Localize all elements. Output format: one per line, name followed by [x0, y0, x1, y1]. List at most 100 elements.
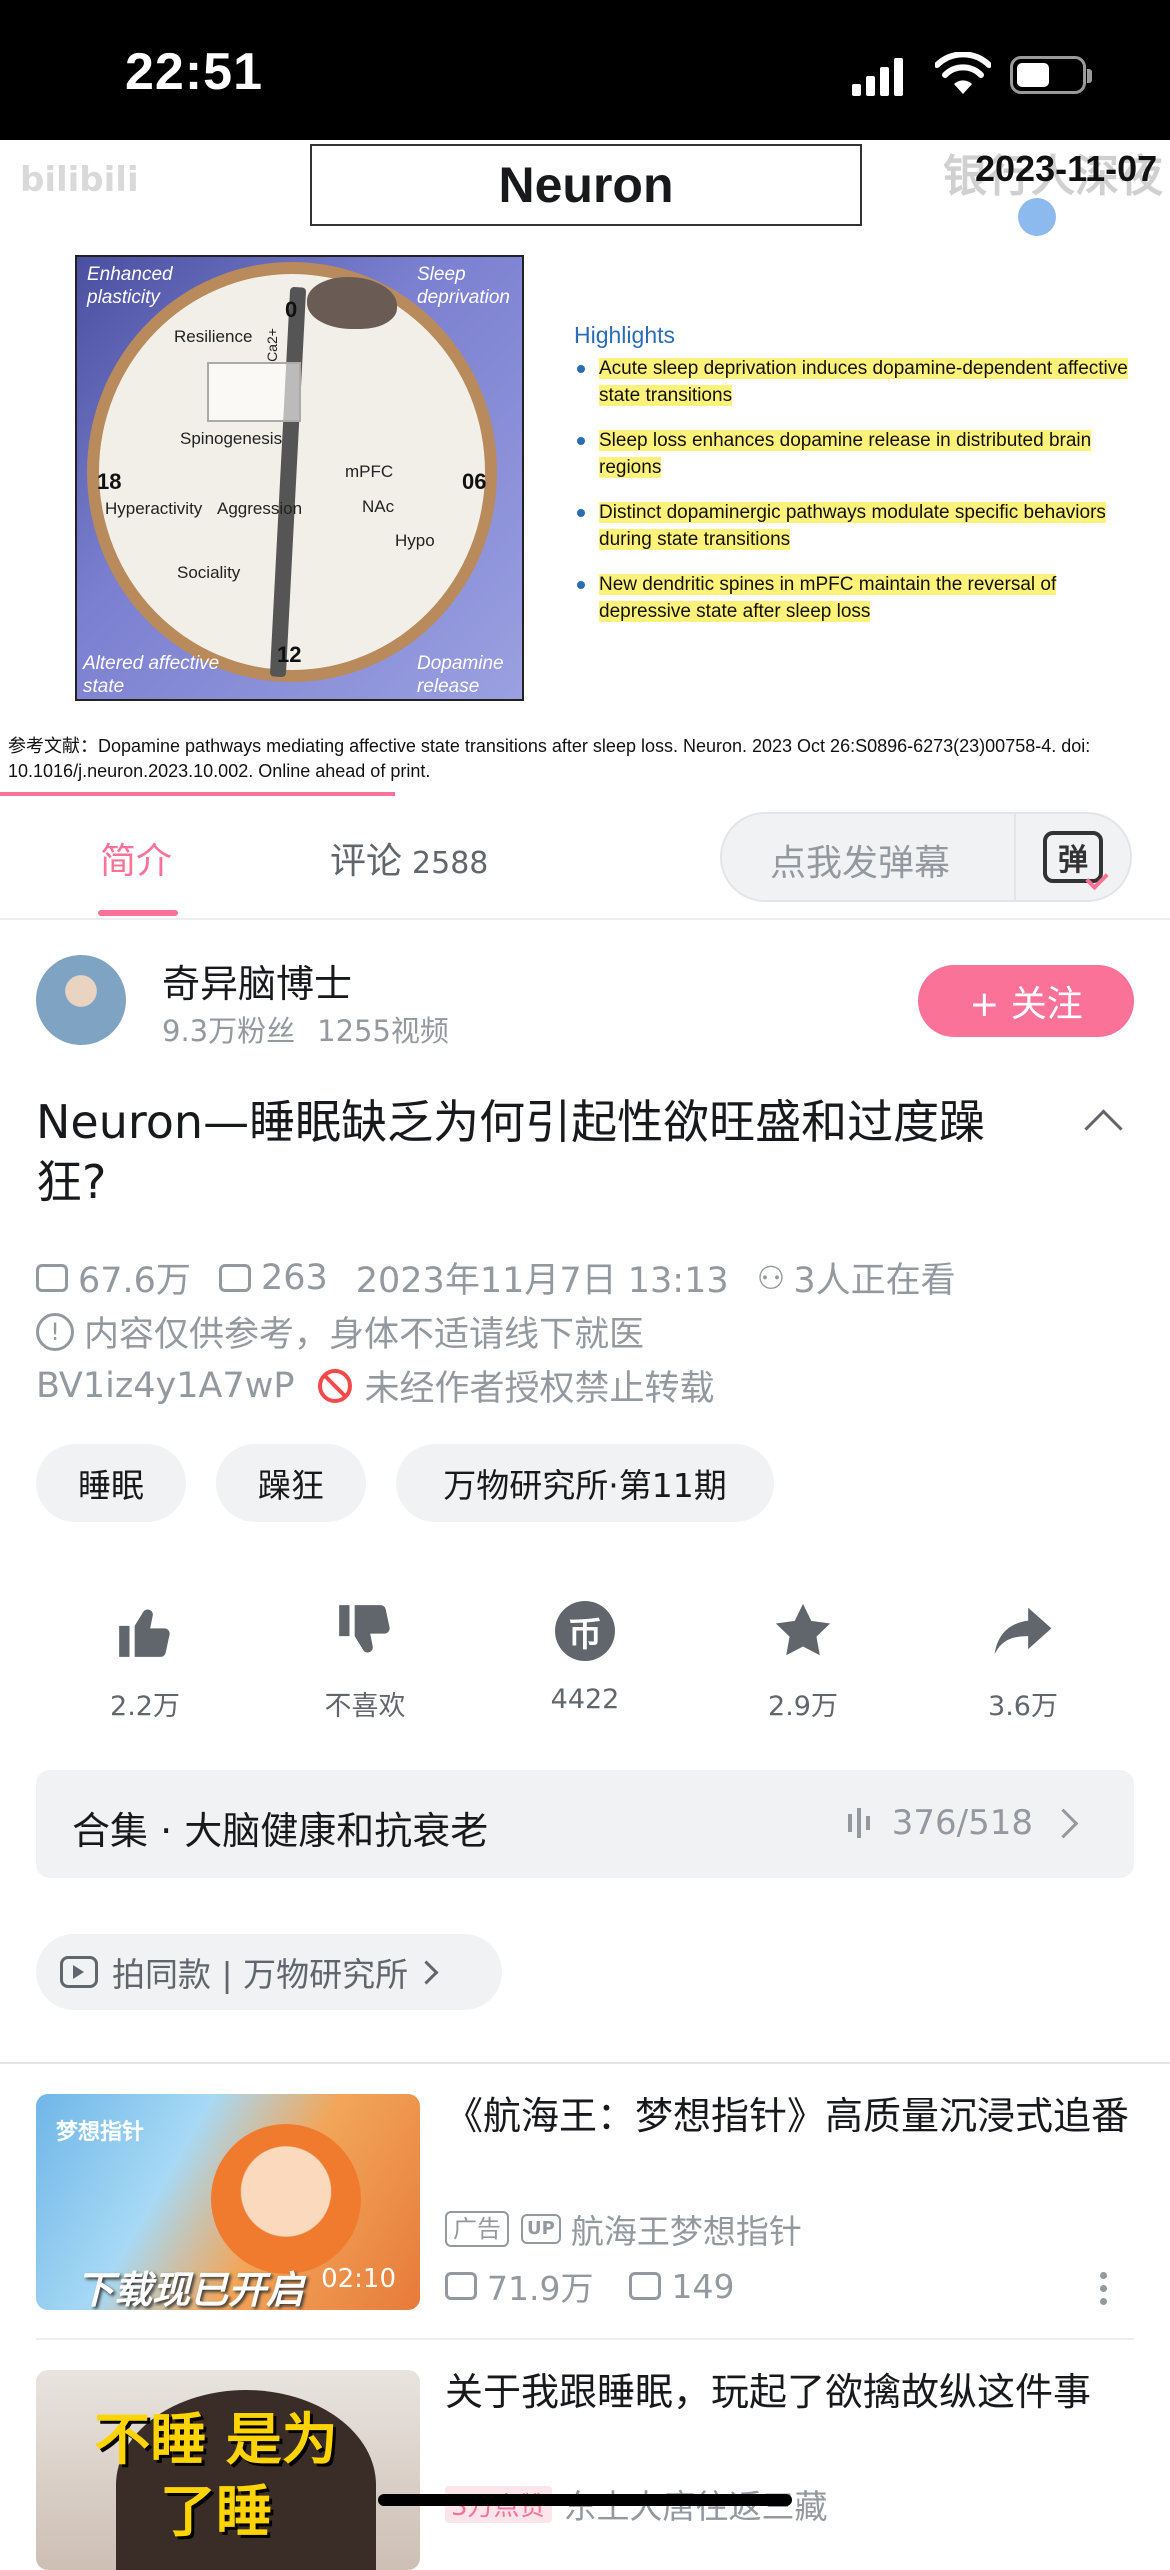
figure-label: Hyperactivity [105, 499, 203, 518]
section-divider [0, 2062, 1170, 2064]
playlist-bars-icon [847, 1808, 870, 1838]
corner-label: Sleep deprivation [417, 264, 510, 308]
stats-row: 67.6万 263 2023年11月7日 13:13 ⚇ 3人正在看 [36, 1252, 956, 1303]
coin-icon: 币 [554, 1600, 616, 1662]
bilibili-watermark: bilibili [20, 160, 139, 200]
watching-count: 3人正在看 [793, 1261, 956, 1301]
highlight-item: New dendritic spines in mPFC maintain th… [575, 571, 1145, 625]
coin-button[interactable]: 币 4422 [510, 1600, 660, 1715]
highlight-item: Distinct dopaminergic pathways modulate … [575, 499, 1145, 553]
figure-label: Resilience [174, 327, 253, 346]
tab-comments-label: 评论 [330, 841, 403, 882]
play-count-icon [36, 1263, 68, 1292]
video-player[interactable]: bilibili 银行人深夜 Neuron 2023-11-07 Enhance… [0, 140, 1170, 800]
up-badge: UP [521, 2214, 561, 2244]
graphical-abstract: Enhanced plasticity Sleep deprivation Al… [75, 255, 524, 701]
watching-icon: ⚇ [756, 1258, 786, 1297]
favorite-count: 2.9万 [768, 1691, 838, 1722]
figure-label: Aggression [217, 499, 303, 518]
tab-comments[interactable]: 评论 2588 [330, 832, 488, 884]
info-icon: ! [36, 1312, 74, 1351]
tab-intro[interactable]: 简介 [100, 832, 172, 884]
related-danmaku: 149 [671, 2266, 735, 2306]
highlights-list: Acute sleep deprivation induces dopamine… [575, 355, 1145, 643]
uploader-name[interactable]: 奇异脑博士 [162, 953, 352, 1008]
danmaku-placeholder: 点我发弹幕 [770, 843, 951, 884]
floating-bubble-icon [1018, 198, 1056, 236]
duration: 02:10 [321, 2264, 396, 2294]
more-options-icon[interactable] [1100, 2272, 1108, 2311]
danmaku-count-icon [629, 2272, 662, 2300]
chevron-up-icon[interactable] [1084, 1109, 1123, 1148]
star-icon [772, 1600, 834, 1662]
dislike-button[interactable]: 不喜欢 [290, 1600, 440, 1723]
figure-label: Sociality [177, 563, 241, 582]
bvid: BV1iz4y1A7wP [36, 1365, 295, 1406]
clock-hour: 06 [462, 469, 487, 494]
collection-progress: 376/518 [847, 1803, 1079, 1843]
figure-label: mPFC [345, 462, 394, 481]
reference-text: 参考文献：Dopamine pathways mediating affecti… [8, 736, 1091, 781]
collection-name: 合集 · 大脑健康和抗衰老 [72, 1809, 489, 1853]
comments-count: 2588 [412, 846, 489, 881]
thumb-caption: 不睡 是为了睡 [94, 2408, 338, 2545]
coin-count: 4422 [550, 1684, 620, 1715]
uploader-stats: 9.3万粉丝 1255视频 [162, 1008, 449, 1050]
wifi-icon [935, 52, 991, 94]
figure-label: Hypo [395, 531, 435, 550]
related-stats-row: 71.9万 149 [445, 2262, 734, 2310]
danmaku-toggle-button[interactable]: 弹 [1014, 814, 1130, 900]
favorite-button[interactable]: 2.9万 [728, 1600, 878, 1723]
related-thumbnail[interactable]: 梦想指针 下载现已开启 02:10 [36, 2094, 420, 2310]
fans-count: 9.3万粉丝 [162, 1014, 296, 1048]
playback-progress-bar[interactable] [0, 792, 395, 796]
related-title[interactable]: 《航海王：梦想指针》高质量沉浸式追番 [445, 2090, 1135, 2142]
video-date: 2023-11-07 [975, 148, 1158, 189]
collection-bar[interactable]: 合集 · 大脑健康和抗衰老 376/518 [36, 1770, 1134, 1878]
clock-hour: 18 [97, 469, 122, 494]
related-author-row: 广告 UP 航海王梦想指针 [445, 2205, 802, 2253]
ad-badge: 广告 [445, 2211, 509, 2247]
no-reprint-icon [318, 1368, 353, 1403]
tag-chip[interactable]: 躁狂 [216, 1444, 366, 1522]
highlight-item: Acute sleep deprivation induces dopamine… [575, 355, 1145, 409]
cage-illustration [207, 362, 301, 422]
corner-label: Altered affective state [83, 653, 220, 697]
highlight-item: Sleep loss enhances dopamine release in … [575, 427, 1145, 481]
clock-hour: 12 [277, 642, 302, 667]
like-count: 2.2万 [110, 1691, 180, 1722]
corner-label: Enhanced plasticity [87, 264, 173, 308]
cellular-signal-icon [852, 58, 903, 96]
tab-bar: 简介 评论 2588 点我发弹幕 弹 [0, 800, 1170, 920]
battery-icon [1010, 56, 1092, 94]
figure-label: NAc [362, 497, 395, 516]
like-button[interactable]: 2.2万 [70, 1600, 220, 1723]
related-title[interactable]: 关于我跟睡眠，玩起了欲擒故纵这件事 [445, 2366, 1135, 2418]
home-indicator[interactable] [378, 2494, 792, 2506]
character-illustration [211, 2124, 361, 2274]
copyright-notice: 未经作者授权禁止转载 [364, 1369, 715, 1409]
video-title: Neuron—睡眠缺乏为何引起性欲旺盛和过度躁狂? [36, 1095, 986, 1209]
thumb-caption: 下载现已开启 [76, 2268, 305, 2310]
follow-button[interactable]: + 关注 [918, 965, 1134, 1037]
view-count: 67.6万 [78, 1261, 191, 1301]
avatar[interactable] [36, 955, 126, 1045]
share-count: 3.6万 [988, 1691, 1058, 1722]
same-style-button[interactable]: 拍同款 | 万物研究所 [36, 1934, 502, 2010]
play-count-icon [445, 2272, 477, 2300]
related-author: 航海王梦想指针 [570, 2212, 802, 2251]
related-views: 71.9万 [487, 2269, 594, 2308]
danmaku-icon: 弹 [1043, 831, 1103, 883]
chevron-right-icon [414, 1959, 439, 1985]
chevron-right-icon [1048, 1808, 1079, 1838]
share-button[interactable]: 3.6万 [948, 1600, 1098, 1723]
collection-progress-text: 376/518 [891, 1803, 1033, 1843]
related-thumbnail[interactable]: 不睡 是为了睡 [36, 2370, 420, 2570]
notice-row: ! 内容仅供参考，身体不适请线下就医 [36, 1306, 644, 1357]
tag-chip[interactable]: 万物研究所·第11期 [396, 1444, 774, 1522]
tag-chip[interactable]: 睡眠 [36, 1444, 186, 1522]
danmaku-input[interactable]: 点我发弹幕 弹 [720, 812, 1132, 902]
thumbs-down-icon [334, 1600, 396, 1662]
dislike-label: 不喜欢 [324, 1691, 406, 1722]
id-row: BV1iz4y1A7wP 未经作者授权禁止转载 [36, 1360, 714, 1411]
